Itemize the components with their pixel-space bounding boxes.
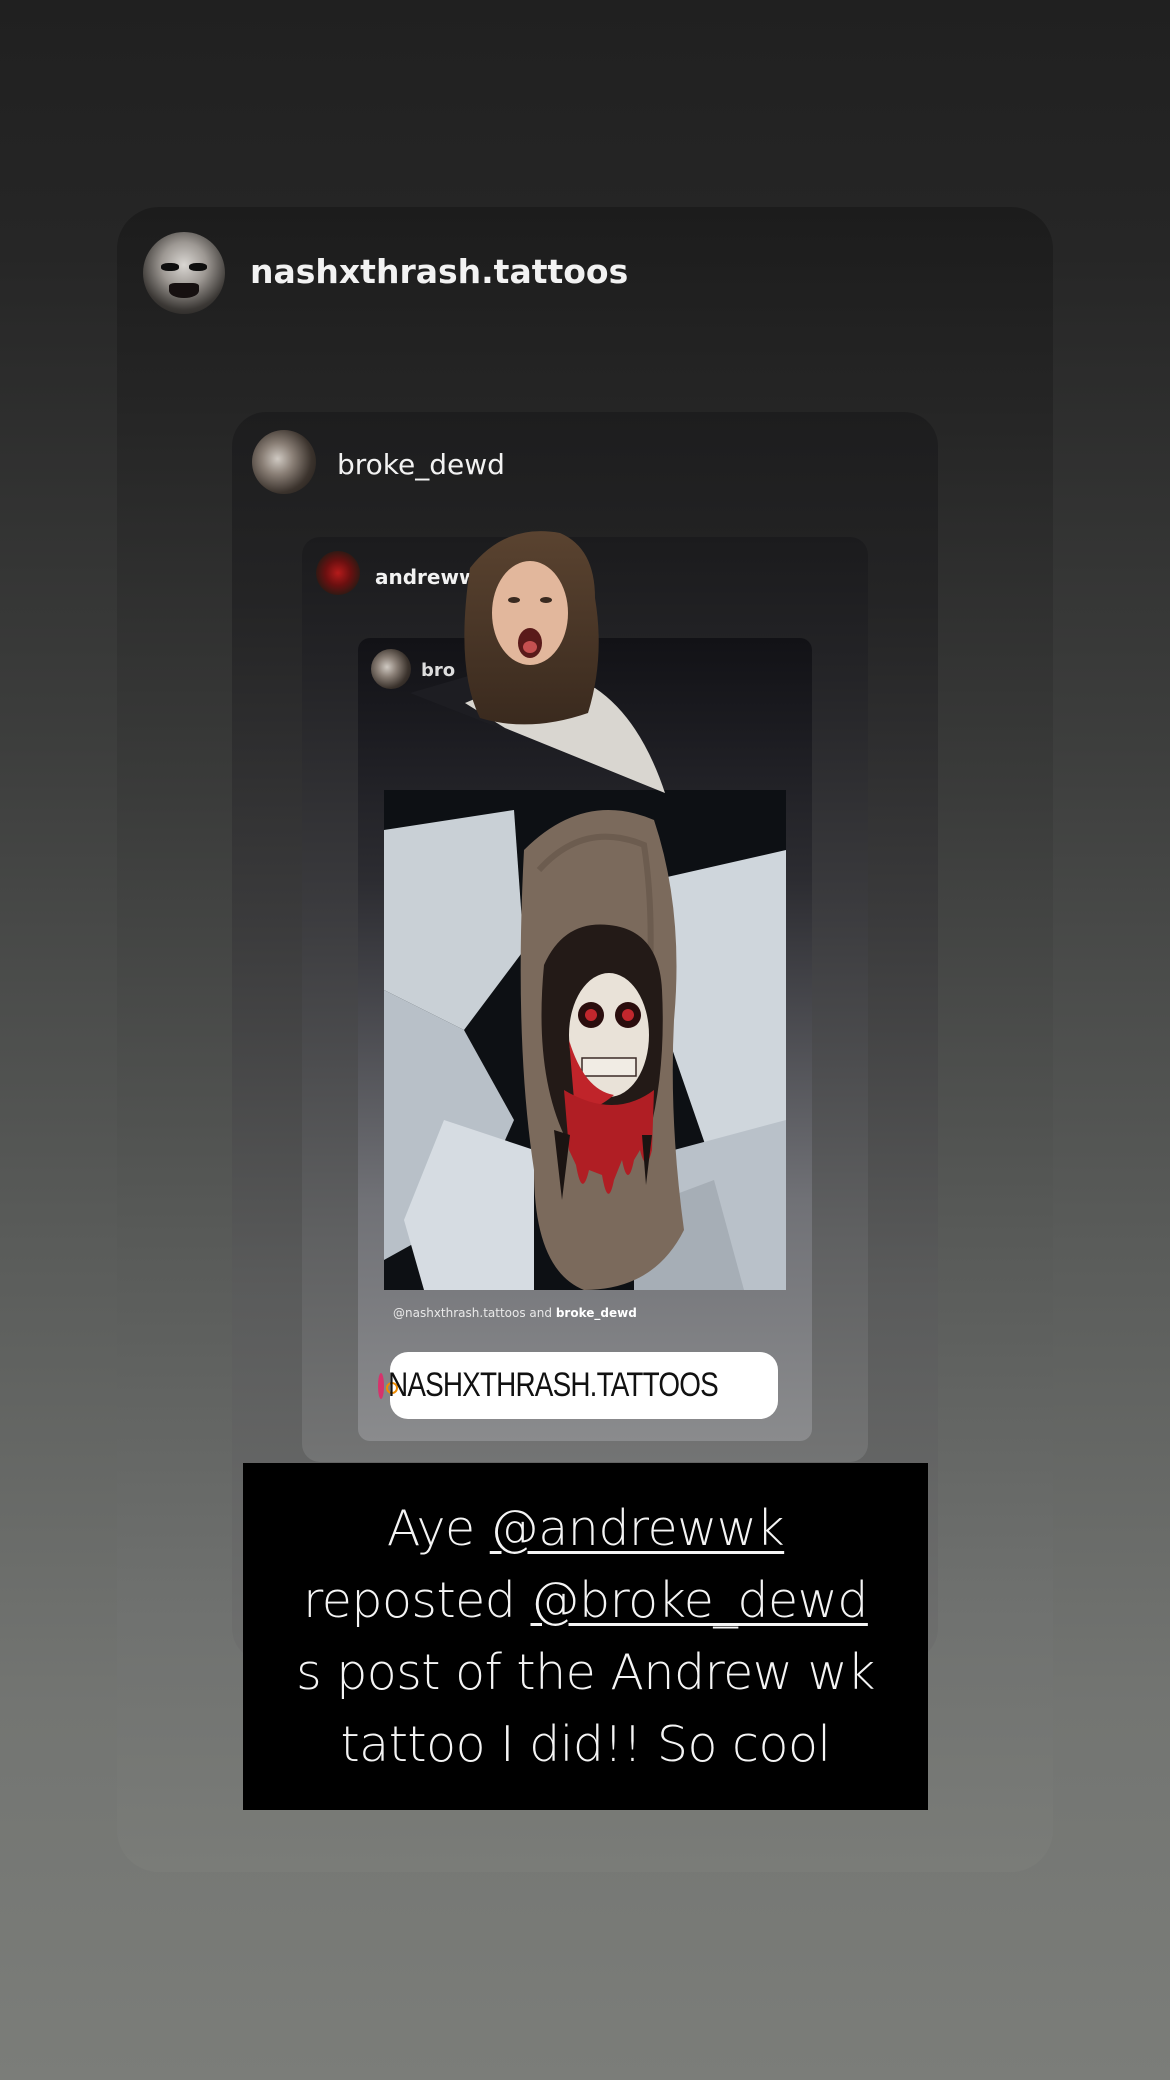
profile-avatar-inner[interactable] (371, 649, 411, 689)
story-caption-box: Aye @andrewwk reposted @broke_dewd s pos… (243, 1463, 928, 1810)
caption-suffix: s post of the Andrew wk tattoo I did!! S… (296, 1643, 875, 1773)
profile-avatar-andrewwk[interactable] (316, 551, 360, 595)
username-nashxthrash[interactable]: nashxthrash.tattoos (250, 252, 628, 291)
tattoo-photo (384, 790, 786, 1290)
story-caption-text: Aye @andrewwk reposted @broke_dewd s pos… (273, 1493, 898, 1781)
profile-avatar-broke-dewd[interactable] (252, 430, 316, 494)
person-sticker (410, 531, 665, 793)
profile-avatar-nashxthrash[interactable] (143, 232, 225, 314)
threads-at-icon (377, 1372, 398, 1399)
photo-caption: @nashxthrash.tattoos and broke_dewd (393, 1306, 637, 1320)
caption-middle: reposted (303, 1571, 531, 1629)
mention-andrewwk[interactable]: @andrewwk (490, 1500, 785, 1557)
caption-joiner: and (529, 1306, 552, 1320)
mention-sticker-text: NASHXTHRASH.TATTOOS (387, 1366, 719, 1404)
caption-handle-1[interactable]: @nashxthrash.tattoos (393, 1306, 526, 1320)
caption-handle-2[interactable]: broke_dewd (556, 1306, 637, 1320)
mention-broke-dewd[interactable]: @broke_dewd (531, 1572, 869, 1629)
caption-prefix: Aye (386, 1499, 490, 1557)
mention-sticker[interactable]: NASHXTHRASH.TATTOOS (377, 1352, 778, 1419)
username-broke-dewd[interactable]: broke_dewd (337, 448, 505, 481)
